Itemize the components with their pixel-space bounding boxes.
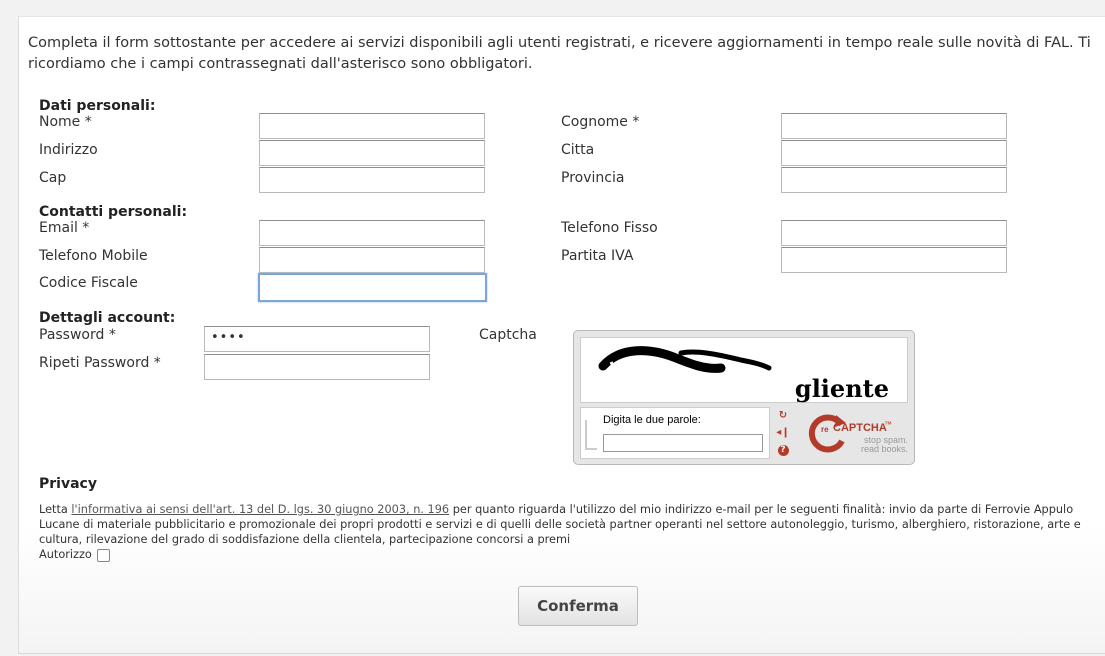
cognome-input[interactable]: [781, 113, 1007, 139]
recaptcha-tagline-2: read books.: [860, 444, 908, 454]
citta-input[interactable]: [781, 140, 1007, 166]
recaptcha-widget: ngancha gliente Digita le due parole: ↻ …: [573, 330, 915, 465]
captcha-word-1: ngancha: [607, 344, 694, 368]
label-citta: Citta: [561, 142, 595, 158]
captcha-refresh-icon[interactable]: ↻: [774, 409, 792, 423]
label-ripeti-password: Ripeti Password *: [39, 355, 161, 371]
recaptcha-brand-tm: ™: [884, 420, 892, 429]
label-email: Email *: [39, 220, 90, 236]
captcha-input[interactable]: [603, 434, 763, 452]
captcha-image: ngancha gliente: [580, 337, 908, 403]
captcha-help-icon[interactable]: ?: [774, 443, 792, 457]
password-input[interactable]: ••••: [204, 326, 430, 352]
section-title-personal: Dati personali:: [39, 98, 156, 114]
password-value: ••••: [211, 330, 246, 345]
label-cap: Cap: [39, 170, 67, 186]
authorize-checkbox[interactable]: [97, 548, 111, 562]
label-provincia: Provincia: [561, 170, 625, 186]
ripeti-password-input[interactable]: [204, 354, 430, 380]
privacy-prefix: Letta: [39, 503, 72, 516]
captcha-arrow-icon: [585, 420, 597, 450]
label-password: Password *: [39, 327, 116, 343]
codice-fiscale-input[interactable]: [258, 273, 487, 302]
recaptcha-brand-re: re: [821, 425, 829, 434]
label-nome: Nome *: [39, 114, 92, 130]
nome-input[interactable]: [259, 113, 485, 139]
label-telefono-fisso: Telefono Fisso: [561, 220, 658, 236]
intro-text: Completa il form sottostante per acceder…: [28, 35, 1091, 72]
captcha-word-2: gliente: [794, 374, 889, 403]
authorize-label: Autorizzo: [39, 548, 92, 561]
cap-input[interactable]: [259, 167, 485, 193]
recaptcha-logo: re CAPTCHA ™ stop spam. read books.: [808, 411, 912, 457]
label-indirizzo: Indirizzo: [39, 142, 98, 158]
provincia-input[interactable]: [781, 167, 1007, 193]
label-captcha: Captcha: [479, 327, 537, 343]
recaptcha-brand-name: CAPTCHA: [833, 422, 887, 434]
label-telefono-mobile: Telefono Mobile: [39, 248, 148, 264]
privacy-text: Letta l'informativa ai sensi dell'art. 1…: [39, 502, 1095, 562]
section-title-contacts: Contatti personali:: [39, 204, 188, 220]
telefono-mobile-input[interactable]: [259, 247, 485, 273]
label-cognome: Cognome *: [561, 114, 640, 130]
captcha-audio-icon[interactable]: ◂❙: [774, 426, 792, 440]
conferma-button[interactable]: Conferma: [518, 586, 638, 626]
captcha-response-area: Digita le due parole:: [580, 407, 770, 459]
privacy-informativa-link[interactable]: l'informativa ai sensi dell'art. 13 del …: [71, 503, 449, 516]
email-input[interactable]: [259, 220, 485, 246]
label-codice-fiscale: Codice Fiscale: [39, 275, 138, 291]
telefono-fisso-input[interactable]: [781, 220, 1007, 246]
indirizzo-input[interactable]: [259, 140, 485, 166]
section-title-account: Dettagli account:: [39, 310, 176, 326]
captcha-prompt: Digita le due parole:: [603, 414, 701, 426]
privacy-title: Privacy: [39, 476, 97, 492]
label-partita-iva: Partita IVA: [561, 248, 634, 264]
partita-iva-input[interactable]: [781, 247, 1007, 273]
